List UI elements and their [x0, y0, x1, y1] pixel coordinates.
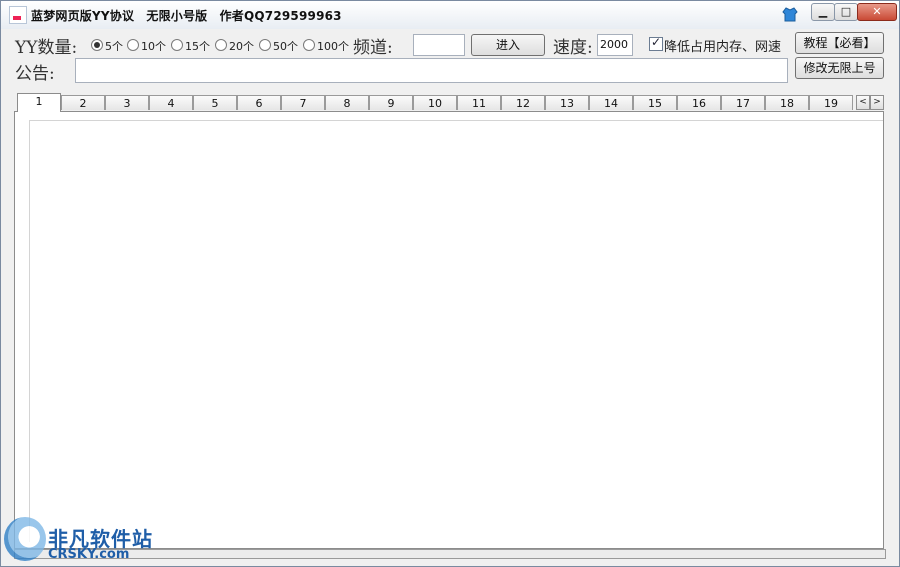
tab-1[interactable]: 1 [17, 93, 61, 112]
tab-12[interactable]: 12 [501, 95, 545, 110]
enter-button[interactable]: 进入 [471, 34, 545, 56]
notice-label: 公告: [15, 64, 55, 84]
tab-4[interactable]: 4 [149, 95, 193, 110]
tab-11[interactable]: 11 [457, 95, 501, 110]
session-tab-strip: 1 2 3 4 5 6 7 8 9 10 11 12 13 14 15 16 1… [14, 93, 884, 112]
app-window: 蓝梦网页版YY协议 无限小号版 作者QQ729599963 ▁ □ ✕ YY数量… [0, 0, 900, 567]
tab-3[interactable]: 3 [105, 95, 149, 110]
low-memory-label: 降低占用内存、网速 [664, 40, 782, 55]
minimize-button[interactable]: ▁ [811, 3, 835, 21]
tab-16[interactable]: 16 [677, 95, 721, 110]
tab-7[interactable]: 7 [281, 95, 325, 110]
radio-count-20[interactable]: 20个 [215, 38, 254, 53]
tab-18[interactable]: 18 [765, 95, 809, 110]
radio-count-10[interactable]: 10个 [127, 38, 166, 53]
tab-5[interactable]: 5 [193, 95, 237, 110]
tab-8[interactable]: 8 [325, 95, 369, 110]
tab-13[interactable]: 13 [545, 95, 589, 110]
low-memory-checkbox[interactable] [649, 35, 663, 51]
radio-count-5[interactable]: 5个 [91, 38, 123, 53]
speed-input[interactable]: 2000 [597, 34, 633, 56]
tab-scroll-right-button[interactable]: > [870, 95, 884, 110]
radio-dot [303, 39, 315, 51]
tutorial-button[interactable]: 教程【必看】 [795, 32, 884, 54]
browser-view[interactable] [29, 120, 883, 542]
title-bar[interactable]: 蓝梦网页版YY协议 无限小号版 作者QQ729599963 ▁ □ ✕ [1, 1, 899, 29]
channel-input[interactable] [413, 34, 465, 56]
tab-10[interactable]: 10 [413, 95, 457, 110]
radio-dot-selected [91, 39, 103, 51]
tab-6[interactable]: 6 [237, 95, 281, 110]
radio-count-15[interactable]: 15个 [171, 38, 210, 53]
tab-17[interactable]: 17 [721, 95, 765, 110]
close-button[interactable]: ✕ [857, 3, 897, 21]
tab-2[interactable]: 2 [61, 95, 105, 110]
radio-dot [127, 39, 139, 51]
radio-count-50[interactable]: 50个 [259, 38, 298, 53]
notice-field[interactable] [75, 58, 788, 83]
tab-scroll-left-button[interactable]: < [856, 95, 870, 110]
watermark-logo-icon [4, 517, 46, 561]
app-icon [9, 6, 27, 24]
tab-content-panel [14, 112, 884, 549]
unlimited-account-button[interactable]: 修改无限上号 [795, 57, 884, 79]
crsky-watermark: 非凡软件站 CRSKY.com [0, 515, 152, 567]
channel-label: 频道: [353, 38, 393, 58]
radio-dot [259, 39, 271, 51]
tab-19[interactable]: 19 [809, 95, 853, 110]
tab-15[interactable]: 15 [633, 95, 677, 110]
radio-count-100[interactable]: 100个 [303, 38, 349, 53]
speed-label: 速度: [553, 38, 593, 58]
yy-count-label: YY数量: [15, 38, 78, 58]
tab-14[interactable]: 14 [589, 95, 633, 110]
tab-9[interactable]: 9 [369, 95, 413, 110]
skin-shirt-icon[interactable] [781, 5, 799, 23]
radio-dot [215, 39, 227, 51]
maximize-button[interactable]: □ [834, 3, 858, 21]
window-title: 蓝梦网页版YY协议 无限小号版 作者QQ729599963 [31, 9, 342, 23]
watermark-en-text: CRSKY.com [48, 547, 130, 562]
radio-dot [171, 39, 183, 51]
